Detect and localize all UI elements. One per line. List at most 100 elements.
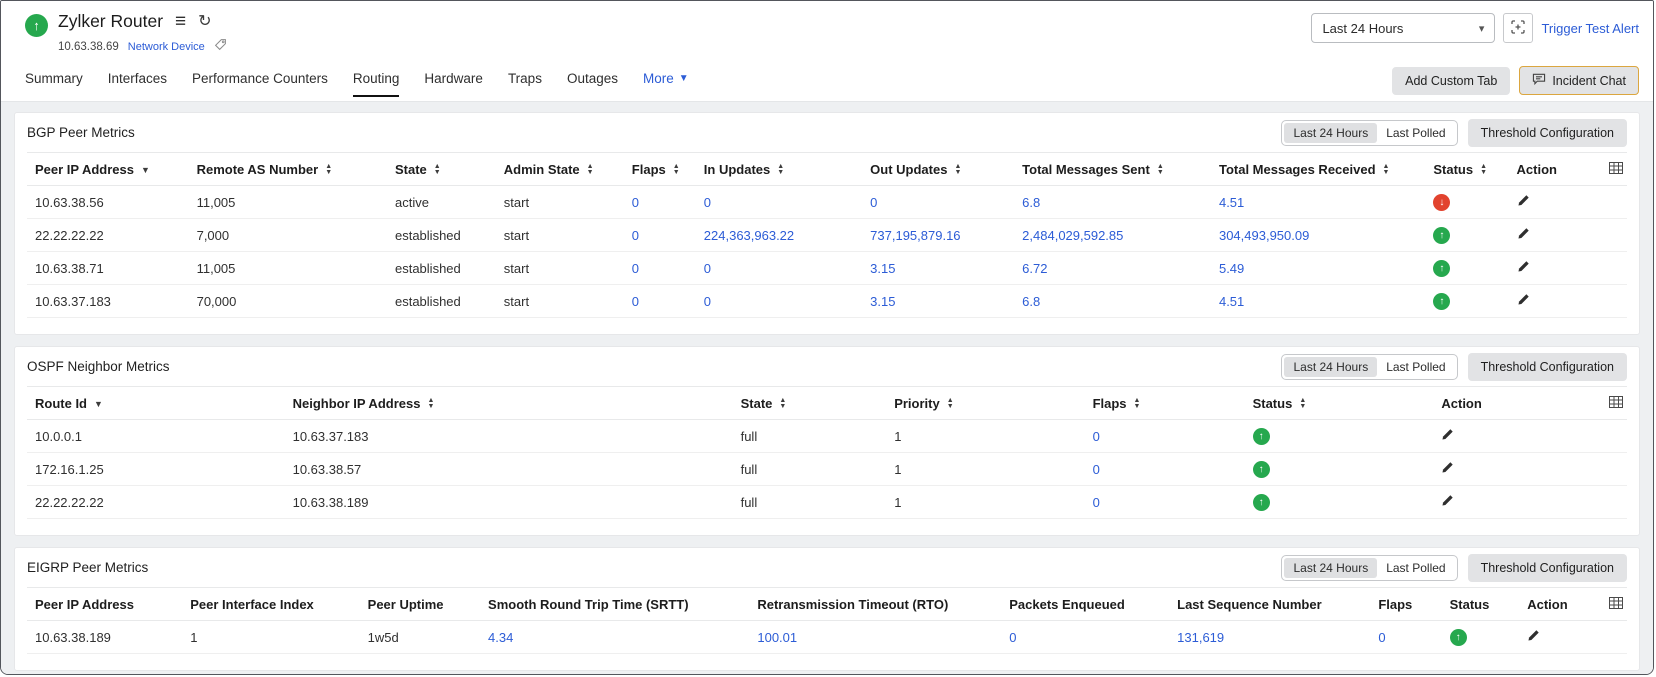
column-header[interactable]: Retransmission Timeout (RTO) (749, 588, 1001, 621)
column-header[interactable]: Peer Uptime (360, 588, 480, 621)
metric-value-link[interactable]: 3.15 (862, 285, 1014, 318)
column-header[interactable]: Total Messages Received▲▼ (1211, 153, 1425, 186)
edit-icon[interactable] (1517, 194, 1530, 207)
metric-value-link[interactable]: 0 (1085, 486, 1245, 519)
metric-value-link[interactable]: 0 (1085, 420, 1245, 453)
column-header[interactable]: Status▲▼ (1245, 387, 1434, 420)
metric-value-link[interactable]: 100.01 (749, 621, 1001, 654)
tab-traps[interactable]: Traps (508, 71, 542, 97)
sort-icon[interactable]: ▲▼ (1480, 164, 1487, 176)
sort-icon[interactable]: ▲▼ (779, 398, 786, 410)
capture-test-button[interactable] (1503, 13, 1533, 43)
column-header[interactable]: In Updates▲▼ (696, 153, 862, 186)
sort-icon[interactable]: ▲▼ (434, 164, 441, 176)
tab-interfaces[interactable]: Interfaces (108, 71, 167, 97)
column-header[interactable]: Flaps▲▼ (1085, 387, 1245, 420)
column-header[interactable]: Admin State▲▼ (496, 153, 624, 186)
sort-icon[interactable]: ▲▼ (1157, 164, 1164, 176)
toggle-last-24-hours[interactable]: Last 24 Hours (1284, 357, 1377, 377)
toggle-last-polled[interactable]: Last Polled (1377, 558, 1454, 578)
tab-outages[interactable]: Outages (567, 71, 618, 97)
tab-performance-counters[interactable]: Performance Counters (192, 71, 328, 97)
sort-icon[interactable]: ▲▼ (777, 164, 784, 176)
action-cell[interactable] (1433, 453, 1588, 486)
metric-value-link[interactable]: 304,493,950.09 (1211, 219, 1425, 252)
column-header[interactable]: Total Messages Sent▲▼ (1014, 153, 1211, 186)
column-header[interactable]: Route Id▼ (27, 387, 285, 420)
column-header[interactable]: Status (1442, 588, 1520, 621)
time-range-select[interactable]: Last 24 Hours ▾ (1311, 13, 1495, 43)
metric-value-link[interactable]: 0 (624, 252, 696, 285)
action-cell[interactable] (1519, 621, 1587, 654)
action-cell[interactable] (1509, 186, 1589, 219)
action-cell[interactable] (1509, 285, 1589, 318)
metric-value-link[interactable]: 0 (624, 285, 696, 318)
threshold-configuration-button[interactable]: Threshold Configuration (1468, 353, 1627, 381)
metric-value-link[interactable]: 0 (696, 186, 862, 219)
column-header[interactable]: Action (1519, 588, 1587, 621)
column-header[interactable]: Action (1509, 153, 1589, 186)
column-header[interactable]: Neighbor IP Address▲▼ (285, 387, 733, 420)
metric-value-link[interactable]: 0 (696, 252, 862, 285)
metric-value-link[interactable]: 0 (1370, 621, 1441, 654)
refresh-icon[interactable]: ↻ (198, 14, 211, 30)
metric-value-link[interactable]: 0 (624, 186, 696, 219)
edit-icon[interactable] (1441, 494, 1454, 507)
metric-value-link[interactable]: 737,195,879.16 (862, 219, 1014, 252)
column-header[interactable]: Last Sequence Number (1169, 588, 1370, 621)
threshold-configuration-button[interactable]: Threshold Configuration (1468, 119, 1627, 147)
metric-value-link[interactable]: 4.34 (480, 621, 749, 654)
column-header[interactable]: Packets Enqueued (1001, 588, 1169, 621)
edit-icon[interactable] (1517, 227, 1530, 240)
metric-value-link[interactable]: 3.15 (862, 252, 1014, 285)
column-header[interactable]: Flaps (1370, 588, 1441, 621)
column-header[interactable]: Peer IP Address▼ (27, 153, 189, 186)
edit-icon[interactable] (1527, 629, 1540, 642)
incident-chat-button[interactable]: Incident Chat (1519, 66, 1639, 95)
column-header[interactable]: Remote AS Number▲▼ (189, 153, 387, 186)
sort-icon[interactable]: ▲▼ (1299, 398, 1306, 410)
sort-icon[interactable]: ▲▼ (954, 164, 961, 176)
metric-value-link[interactable]: 0 (1001, 621, 1169, 654)
sort-icon[interactable]: ▲▼ (947, 398, 954, 410)
trigger-test-alert-link[interactable]: Trigger Test Alert (1541, 21, 1639, 36)
edit-icon[interactable] (1517, 260, 1530, 273)
metric-value-link[interactable]: 0 (696, 285, 862, 318)
sort-desc-icon[interactable]: ▼ (141, 165, 150, 175)
edit-icon[interactable] (1517, 293, 1530, 306)
column-header[interactable]: Priority▲▼ (886, 387, 1084, 420)
action-cell[interactable] (1509, 252, 1589, 285)
tab-more[interactable]: More ▼ (643, 71, 689, 97)
edit-icon[interactable] (1441, 428, 1454, 441)
metric-value-link[interactable]: 0 (624, 219, 696, 252)
column-header[interactable]: Status▲▼ (1425, 153, 1508, 186)
metric-value-link[interactable]: 4.51 (1211, 186, 1425, 219)
action-cell[interactable] (1433, 420, 1588, 453)
action-cell[interactable] (1509, 219, 1589, 252)
toggle-last-24-hours[interactable]: Last 24 Hours (1284, 558, 1377, 578)
toggle-last-24-hours[interactable]: Last 24 Hours (1284, 123, 1377, 143)
metric-value-link[interactable]: 5.49 (1211, 252, 1425, 285)
column-header[interactable]: Action (1433, 387, 1588, 420)
toggle-last-polled[interactable]: Last Polled (1377, 357, 1454, 377)
metric-value-link[interactable]: 6.8 (1014, 186, 1211, 219)
sort-icon[interactable]: ▲▼ (1383, 164, 1390, 176)
column-header[interactable]: State▲▼ (387, 153, 496, 186)
column-header[interactable]: Flaps▲▼ (624, 153, 696, 186)
column-chooser-icon[interactable] (1587, 588, 1627, 621)
metric-value-link[interactable]: 6.8 (1014, 285, 1211, 318)
device-type-link[interactable]: Network Device (128, 41, 205, 53)
tab-summary[interactable]: Summary (25, 71, 83, 97)
edit-icon[interactable] (1441, 461, 1454, 474)
add-custom-tab-button[interactable]: Add Custom Tab (1392, 67, 1510, 95)
sort-icon[interactable]: ▲▼ (587, 164, 594, 176)
metric-value-link[interactable]: 6.72 (1014, 252, 1211, 285)
metric-value-link[interactable]: 224,363,963.22 (696, 219, 862, 252)
hamburger-menu-icon[interactable]: ≡ (175, 12, 186, 31)
toggle-last-polled[interactable]: Last Polled (1377, 123, 1454, 143)
sort-desc-icon[interactable]: ▼ (94, 399, 103, 409)
metric-value-link[interactable]: 131,619 (1169, 621, 1370, 654)
metric-value-link[interactable]: 0 (1085, 453, 1245, 486)
metric-value-link[interactable]: 0 (862, 186, 1014, 219)
column-chooser-icon[interactable] (1589, 387, 1627, 420)
